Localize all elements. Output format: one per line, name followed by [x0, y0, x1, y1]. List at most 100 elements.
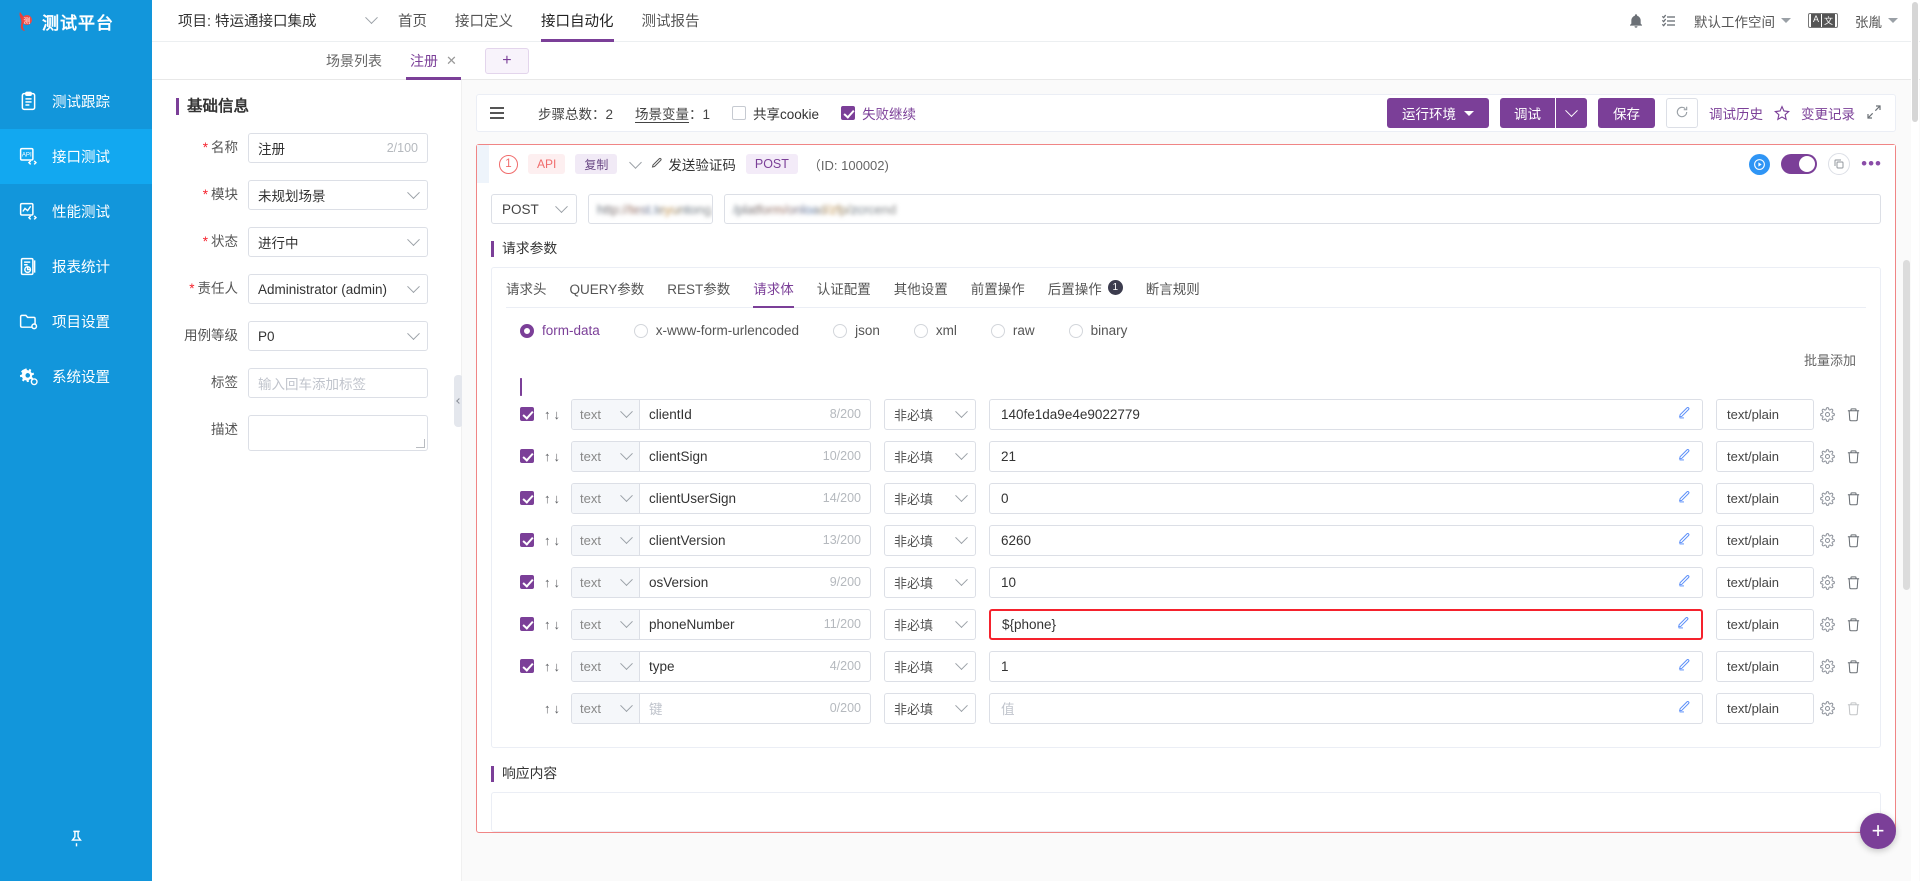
debug-button[interactable]: 调试 [1500, 98, 1555, 128]
top-nav-item-test-report[interactable]: 测试报告 [642, 0, 700, 42]
top-nav-item-home[interactable]: 首页 [398, 0, 427, 42]
param-required-select[interactable]: 非必填 [884, 524, 976, 556]
refresh-button[interactable] [1666, 98, 1698, 128]
trash-icon[interactable] [1840, 407, 1866, 422]
tab-assertion-rules[interactable]: 断言规则 [1146, 268, 1200, 307]
param-value-input[interactable]: 10 [989, 566, 1703, 598]
param-required-select[interactable]: 非必填 [884, 482, 976, 514]
sidebar-item-api-test[interactable]: API 接口测试 [0, 129, 152, 184]
param-row-checkbox[interactable] [520, 407, 534, 421]
gear-icon[interactable] [1814, 532, 1840, 548]
tab-query-params[interactable]: QUERY参数 [570, 268, 645, 307]
brand[interactable]: 测 测试平台 [0, 0, 152, 42]
http-method-select[interactable]: POST [491, 194, 577, 224]
param-mime-select[interactable]: text/plain [1716, 650, 1814, 682]
module-select[interactable]: 未规划场景 [248, 180, 428, 210]
param-type-select[interactable]: text [572, 399, 640, 429]
trash-icon[interactable] [1840, 617, 1866, 632]
project-selector[interactable]: 项目: 特运通接口集成 [152, 10, 382, 31]
param-row-checkbox[interactable] [520, 617, 534, 631]
param-key-input[interactable]: 键 0/200 [640, 698, 870, 718]
param-required-select[interactable]: 非必填 [884, 608, 976, 640]
add-tab-button[interactable]: + [484, 47, 529, 74]
owner-select[interactable]: Administrator (admin) [248, 274, 428, 304]
page-scrollbar[interactable] [1911, 0, 1919, 881]
tab-auth-config[interactable]: 认证配置 [817, 268, 871, 307]
tab-post-operation[interactable]: 后置操作 1 [1048, 268, 1123, 307]
top-nav-item-api-automation[interactable]: 接口自动化 [541, 0, 614, 42]
bell-icon[interactable] [1628, 13, 1644, 29]
param-required-select[interactable]: 非必填 [884, 650, 976, 682]
param-mime-select[interactable]: text/plain [1716, 692, 1814, 724]
param-key-input[interactable]: type 4/200 [640, 659, 870, 674]
move-down-icon[interactable]: ↓ [554, 449, 561, 464]
gear-icon[interactable] [1814, 490, 1840, 506]
param-value-input[interactable]: 21 [989, 440, 1703, 472]
move-down-icon[interactable]: ↓ [554, 701, 561, 716]
param-type-select[interactable]: text [572, 441, 640, 471]
host-input[interactable]: http://test.teyuntong. [588, 194, 713, 224]
expand-arrows-icon[interactable] [1866, 104, 1882, 123]
move-down-icon[interactable]: ↓ [554, 617, 561, 632]
add-step-fab[interactable]: + [1860, 813, 1896, 849]
close-icon[interactable]: ✕ [446, 53, 457, 69]
pencil-blue-icon[interactable] [1678, 574, 1691, 590]
gear-icon[interactable] [1814, 406, 1840, 422]
param-value-input[interactable]: 值 [989, 692, 1703, 724]
pencil-blue-icon[interactable] [1678, 406, 1691, 422]
param-row-checkbox[interactable] [520, 533, 534, 547]
param-required-select[interactable]: 非必填 [884, 398, 976, 430]
trash-icon[interactable] [1840, 575, 1866, 590]
trash-icon[interactable] [1840, 491, 1866, 506]
move-down-icon[interactable]: ↓ [554, 407, 561, 422]
star-icon[interactable] [1774, 105, 1790, 121]
description-textarea[interactable] [248, 415, 428, 451]
param-required-select[interactable]: 非必填 [884, 692, 976, 724]
language-switch[interactable]: A文 [1807, 13, 1838, 28]
name-input[interactable]: 注册 2/100 [248, 133, 428, 163]
move-up-icon[interactable]: ↑ [544, 533, 551, 548]
play-circle-icon[interactable] [1749, 153, 1771, 175]
param-mime-select[interactable]: text/plain [1716, 608, 1814, 640]
debug-dropdown-button[interactable] [1556, 98, 1587, 128]
gear-icon[interactable] [1814, 616, 1840, 632]
share-cookie-checkbox[interactable]: 共享cookie [732, 103, 819, 123]
select-all-checkbox[interactable] [520, 378, 522, 396]
param-value-input[interactable]: 6260 [989, 524, 1703, 556]
batch-add-link[interactable]: 批量添加 [1804, 350, 1856, 369]
param-type-select[interactable]: text [572, 525, 640, 555]
scrollbar-thumb[interactable] [1903, 260, 1910, 590]
param-value-input[interactable]: ${phone} [989, 608, 1703, 640]
status-select[interactable]: 进行中 [248, 227, 428, 257]
move-up-icon[interactable]: ↑ [544, 491, 551, 506]
sidebar-item-project-settings[interactable]: 项目设置 [0, 294, 152, 349]
change-log-link[interactable]: 变更记录 [1801, 103, 1855, 123]
param-row-checkbox[interactable] [520, 575, 534, 589]
step-name[interactable]: 发送验证码 [651, 154, 736, 174]
param-key-input[interactable]: clientUserSign 14/200 [640, 491, 870, 506]
debug-button-group[interactable]: 调试 [1500, 98, 1587, 128]
content-scrollbar[interactable] [1903, 260, 1910, 760]
trash-icon[interactable] [1840, 659, 1866, 674]
param-key-input[interactable]: clientSign 10/200 [640, 449, 870, 464]
gear-icon[interactable] [1814, 700, 1840, 716]
param-key-input[interactable]: clientVersion 13/200 [640, 533, 870, 548]
user-menu[interactable]: 张胤 [1855, 11, 1898, 31]
priority-select[interactable]: P0 [248, 321, 428, 351]
move-up-icon[interactable]: ↑ [544, 659, 551, 674]
step-enable-toggle[interactable] [1781, 154, 1818, 174]
param-value-input[interactable]: 1 [989, 650, 1703, 682]
more-dots-icon[interactable]: ••• [1861, 155, 1882, 172]
tags-input[interactable]: 输入回车添加标签 [248, 368, 428, 398]
top-nav-item-api-definition[interactable]: 接口定义 [455, 0, 513, 42]
task-list-icon[interactable] [1661, 13, 1677, 29]
pencil-blue-icon[interactable] [1678, 532, 1691, 548]
param-key-input[interactable]: phoneNumber 11/200 [640, 617, 870, 632]
move-down-icon[interactable]: ↓ [554, 533, 561, 548]
tab-rest-params[interactable]: REST参数 [667, 268, 730, 307]
radio-json[interactable]: json [833, 323, 880, 338]
run-env-button[interactable]: 运行环境 [1387, 98, 1489, 128]
param-type-select[interactable]: text [572, 609, 640, 639]
copy-icon[interactable] [1828, 153, 1851, 175]
move-up-icon[interactable]: ↑ [544, 701, 551, 716]
